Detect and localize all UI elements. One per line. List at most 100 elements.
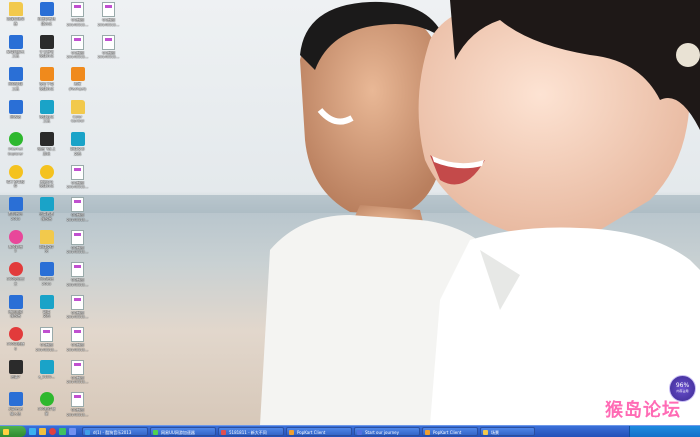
desktop-icon[interactable]: 极品飞车上 游戏 [31,130,62,162]
desktop-icon[interactable]: 局域网聊天 工具 [0,33,31,65]
document-icon [102,2,115,17]
desktop-icon-label: 腾讯视频 播放器 [8,309,23,319]
desktop-icon[interactable]: QQ截图 20140515... [62,195,93,227]
desktop-icon[interactable]: 万能五笔 输入法 [0,390,31,422]
desktop-icon-label: 360安全卫 士 [6,277,25,286]
desktop-icon-label: 流媒体服务 器 [6,17,25,26]
desktop-icon[interactable]: 腾讯视频 播放器 [0,293,31,325]
desktop-icon[interactable]: QQ截图 20140515... [62,390,93,422]
browser-icon [221,429,226,435]
shop-icon [70,67,85,81]
desktop-icon[interactable]: 快捷方式 工具 [31,98,62,130]
document-icon [71,392,84,407]
player-quicklaunch-icon[interactable] [49,428,56,435]
desktop-icon[interactable]: QQ截图 20140515... [62,0,93,32]
desktop-icon[interactable]: 暴风影音 5 [0,228,31,260]
taskbar-button-label: PopKart Client [433,430,462,435]
desktop-icon-label: QQ截图 20140515... [66,375,89,385]
system-tray [629,426,700,437]
desktop-icon[interactable]: QQ截图 20140515... [62,260,93,292]
desktop-icon-label: 淘宝 (flashget) [68,82,87,91]
taskbar-button-label: d(1) - 酷狗音乐2013 [93,430,132,435]
desktop-icon[interactable]: QQ截图 20140515... [62,163,93,195]
text-file-icon [70,132,85,146]
document-icon [71,327,84,342]
desktop-icon[interactable]: 百度影音快 捷方式 [31,0,62,32]
taskbar-button-label: PopKart Client [297,430,326,435]
taskbar-button[interactable]: d(1) - 酷狗音乐2013 [82,427,148,436]
desktop-icon[interactable]: 新建 文档 [31,293,62,325]
desktop-icon[interactable]: 360浏览器 6 [0,325,31,357]
desktop-icon[interactable]: Internet Explorer [0,130,31,162]
desktop-icon-label: QQ截图 20140515... [66,310,89,320]
desktop-icon-label: 360软件管 家 [37,407,56,416]
recycle-bin-icon [8,99,23,114]
desktop-icon-label: 阿里旺旺 2013 [39,277,54,286]
taskbar-button[interactable]: 场景 [480,427,535,436]
desktop-icon-label: 网络连接 工具 [8,82,23,91]
desktop-icon-label: 迅雷7 [10,374,21,379]
folder-icon [70,99,85,114]
desktop-icon-label: 百度影音快 捷方式 [37,17,56,26]
desktop-icon[interactable]: 千千静听 快捷方式 [31,33,62,65]
document-icon [71,294,84,310]
desktop-icon[interactable]: 回收站 [0,98,31,130]
desktop-icon[interactable]: 腾讯QQ 快捷方式 [31,163,62,195]
taskbar-button-label: Start our journey [365,430,399,435]
video-icon [8,294,23,309]
desktop-icon[interactable]: 360安全卫 士 [0,260,31,292]
computer-icon [8,67,23,81]
desktop-icon[interactable]: QQ截图 20140515... [31,325,62,357]
desktop-icon[interactable]: QQ截图 20140515... [62,358,93,390]
desktop-icon-label: QQ截图 20140515... [66,18,89,27]
desktop-icon-label: 快车下载 快捷方式 [39,82,54,91]
baofeng-icon [39,2,54,16]
desktop-icon[interactable]: 新建文本 文档 [62,130,93,162]
desktop-icon[interactable]: 网络连接 工具 [0,65,31,97]
wangwang-icon [39,262,54,276]
desktop-icon[interactable]: 阿里旺旺 2013 [31,260,62,292]
desktop-icon[interactable]: Color Control [62,98,93,130]
qq-quicklaunch-icon[interactable] [59,428,66,435]
desktop-icon-label: 暴风影音 5 [8,244,23,254]
thunder-icon [8,359,23,374]
desktop-icon-label: 360浏览器 6 [6,342,25,351]
download-icon [39,67,54,81]
desktop-icon[interactable]: a_5150... [31,358,62,390]
desktop-icon[interactable]: 瑞丁杀毒软 件 [0,163,31,195]
desktop-icon[interactable]: QQ截图 20140515... [62,228,93,260]
xunlei-icon [39,197,54,211]
desktop-icon[interactable]: QQ截图 20140515... [62,325,93,357]
desktop-icon[interactable]: 酷狗音乐 2013 [0,195,31,227]
taskbar-button[interactable]: Start our journey [354,427,420,436]
taskbar-button[interactable]: 5181811 - 新大不同 [218,427,284,436]
desktop-icon[interactable]: 迅雷7 [0,358,31,390]
desktop-icon[interactable]: QQ截图 20140515... [62,293,93,325]
start-button[interactable] [0,426,26,437]
desktop-icon[interactable]: 流媒体服务 器 [0,0,31,32]
desktop-icon[interactable]: 迅雷看看 播放器 [31,195,62,227]
browser-icon [8,327,23,341]
taskbar-button[interactable]: PopKart Client [286,427,352,436]
ie-icon [8,132,23,146]
desktop-icon[interactable]: QQ截图 20140515... [62,33,93,65]
desktop-icon-label: QQ截图 20140515... [66,245,89,255]
arrow-quicklaunch-icon[interactable] [69,428,76,435]
desktop-icon-label: a_5150... [38,374,55,379]
taskbar-button[interactable]: PopKart Client [422,427,478,436]
badge-percent: 96% [675,382,690,389]
desktop-icon[interactable]: 360软件管 家 [31,390,62,422]
desktop-icon[interactable]: 快车下载 快捷方式 [31,65,62,97]
desktop-icon[interactable]: 新建文件 夹 [31,228,62,260]
ie-quicklaunch-icon[interactable] [39,428,46,435]
desktop-icon-label: Color Control [71,114,84,124]
desktop-icon[interactable]: QQ截图 20140515... [93,33,124,65]
desktop-icon[interactable]: 淘宝 (flashget) [62,65,93,97]
desktop-icon[interactable]: QQ截图 20140515... [93,0,124,32]
taskbar-button[interactable]: 网易UU网游加速器 [150,427,216,436]
show-desktop-icon[interactable] [29,428,36,435]
document-icon [71,229,84,245]
desktop-icon-label: 新建 文档 [42,309,51,319]
desktop-icon-label: 新建文本 文档 [70,147,85,156]
desktop-icon-label: 极品飞车上 游戏 [37,147,56,156]
